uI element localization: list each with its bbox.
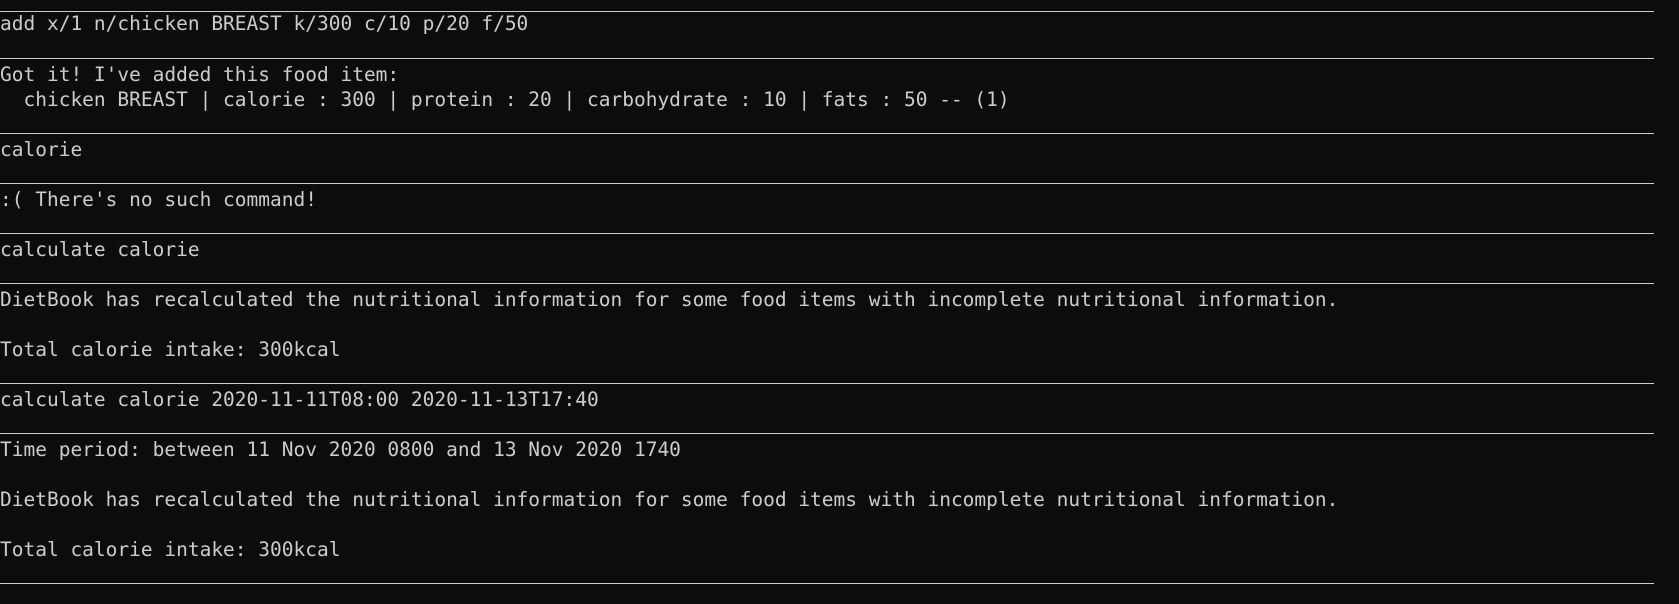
output-line: Time period: between 11 Nov 2020 0800 an… (0, 438, 681, 461)
separator-line (0, 233, 1654, 234)
separator-line (0, 583, 1654, 584)
output-line: Total calorie intake: 300kcal (0, 338, 341, 361)
terminal-window[interactable]: add x/1 n/chicken BREAST k/300 c/10 p/20… (0, 0, 1679, 604)
separator-line (0, 133, 1654, 134)
error-output-line: :( There's no such command! (0, 188, 317, 211)
separator-line (0, 383, 1654, 384)
output-line: Got it! I've added this food item: (0, 63, 400, 86)
output-line: DietBook has recalculated the nutritiona… (0, 488, 1339, 511)
output-line: chicken BREAST | calorie : 300 | protein… (0, 88, 1010, 111)
separator-line (0, 433, 1654, 434)
command-input-line: calorie (0, 138, 83, 161)
command-input-line: calculate calorie (0, 238, 200, 261)
output-line: DietBook has recalculated the nutritiona… (0, 288, 1339, 311)
command-input-line: calculate calorie 2020-11-11T08:00 2020-… (0, 388, 599, 411)
output-line: Total calorie intake: 300kcal (0, 538, 341, 561)
separator-line (0, 283, 1654, 284)
command-input-line: add x/1 n/chicken BREAST k/300 c/10 p/20… (0, 12, 529, 35)
separator-line (0, 58, 1654, 59)
separator-line (0, 183, 1654, 184)
